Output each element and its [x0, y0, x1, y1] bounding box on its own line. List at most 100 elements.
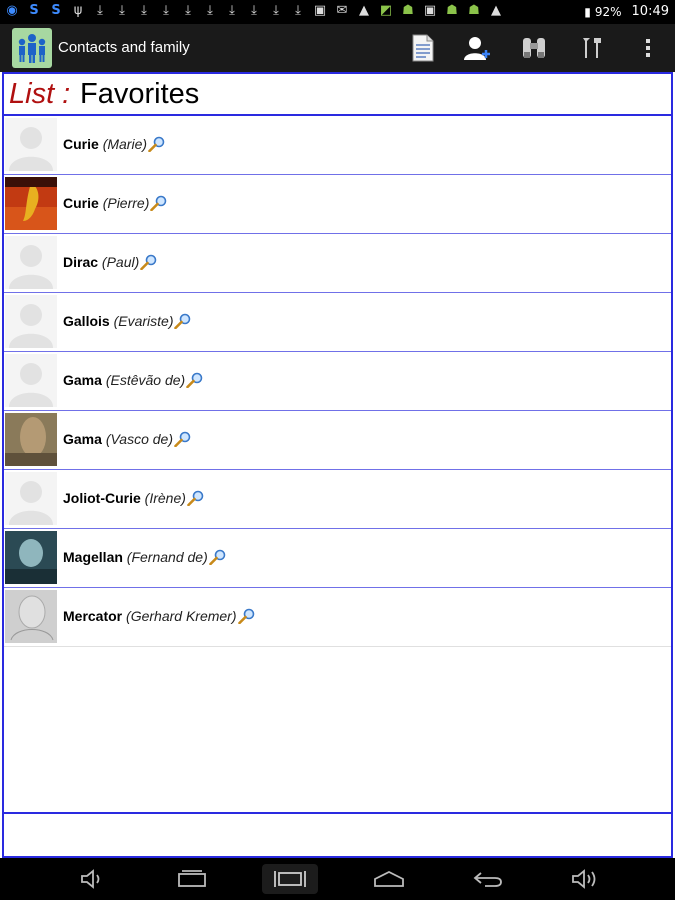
contact-photo	[5, 413, 57, 466]
magnifier-icon[interactable]	[185, 372, 204, 388]
download-icon: ⤓	[295, 3, 301, 18]
magnifier-icon[interactable]	[173, 313, 192, 329]
contact-last-name: Mercator	[63, 608, 123, 624]
contact-first-name: (Fernand de)	[126, 549, 208, 565]
contact-list: Curie (Marie) Curie (Pierre) Dirac (Paul) G…	[4, 116, 671, 647]
contact-first-name: (Vasco de)	[105, 431, 173, 447]
contact-row[interactable]: Gama (Vasco de)	[4, 411, 671, 470]
volume-down-icon	[81, 869, 100, 889]
contact-photo	[5, 590, 57, 643]
contact-row[interactable]: Mercator (Gerhard Kremer)	[4, 588, 671, 647]
document-button[interactable]	[407, 32, 439, 64]
contact-row[interactable]: Curie (Marie)	[4, 116, 671, 175]
contact-first-name: (Estêvão de)	[105, 372, 186, 388]
download-icon: ⤓	[273, 3, 279, 18]
back-window-icon	[178, 870, 206, 887]
overflow-menu-button[interactable]	[632, 32, 664, 64]
maps-icon: ◩	[379, 3, 393, 18]
volume-up-button[interactable]	[557, 864, 613, 894]
recent-apps-icon	[274, 871, 306, 887]
contact-first-name: (Evariste)	[113, 313, 174, 329]
warning-icon: ▲	[359, 3, 369, 18]
contact-first-name: (Irène)	[144, 490, 186, 506]
family-icon	[18, 34, 46, 63]
contact-photo	[5, 236, 57, 289]
navigation-bar	[0, 858, 675, 900]
overflow-menu-icon	[646, 39, 650, 57]
contact-row[interactable]: Curie (Pierre)	[4, 175, 671, 234]
contact-last-name: Dirac	[63, 254, 99, 270]
list-prefix: List :	[9, 78, 71, 110]
download-icon: ⤓	[185, 3, 191, 18]
add-contact-button[interactable]	[461, 32, 493, 64]
clock: 10:49	[631, 4, 669, 19]
contact-last-name: Gama	[63, 372, 102, 388]
download-icon: ⤓	[251, 3, 257, 18]
contact-name: Mercator (Gerhard Kremer)	[63, 608, 256, 624]
contact-name: Curie (Pierre)	[63, 195, 168, 211]
contact-row[interactable]: Gallois (Evariste)	[4, 293, 671, 352]
notification-icons: ◉ S S ψ ⤓ ⤓ ⤓ ⤓ ⤓ ⤓ ⤓ ⤓ ⤓ ⤓ ▣ ✉ ▲ ◩ ☗ ▣ …	[4, 3, 504, 19]
contact-row[interactable]: Joliot-Curie (Irène)	[4, 470, 671, 529]
contact-photo	[5, 531, 57, 584]
status-bar: ◉ S S ψ ⤓ ⤓ ⤓ ⤓ ⤓ ⤓ ⤓ ⤓ ⤓ ⤓ ▣ ✉ ▲ ◩ ☗ ▣ …	[0, 0, 675, 24]
app-icon[interactable]	[12, 28, 52, 68]
download-icon: ⤓	[163, 3, 169, 18]
tools-icon	[583, 38, 601, 58]
binoculars-icon	[523, 38, 545, 58]
skype-icon: S	[51, 3, 61, 18]
back-button[interactable]	[460, 864, 516, 894]
contact-name: Gama (Vasco de)	[63, 431, 192, 447]
bottom-strip	[4, 812, 671, 856]
download-icon: ⤓	[141, 3, 147, 18]
image-icon: ▣	[313, 3, 327, 18]
contact-name: Curie (Marie)	[63, 136, 166, 152]
contact-add-icon	[464, 37, 490, 60]
contact-row[interactable]: Dirac (Paul)	[4, 234, 671, 293]
magnifier-icon[interactable]	[237, 608, 256, 624]
document-icon	[412, 34, 434, 62]
search-button[interactable]	[518, 32, 550, 64]
battery-icon: ▮	[584, 4, 591, 19]
contact-first-name: (Paul)	[101, 254, 140, 270]
action-bar: Contacts and family	[0, 24, 675, 72]
magnifier-icon[interactable]	[208, 549, 227, 565]
contact-photo	[5, 472, 57, 525]
back-icon	[473, 872, 502, 887]
magnifier-icon[interactable]	[173, 431, 192, 447]
contact-name: Magellan (Fernand de)	[63, 549, 227, 565]
home-button[interactable]	[361, 864, 417, 894]
contact-first-name: (Marie)	[102, 136, 148, 152]
contact-row[interactable]: Magellan (Fernand de)	[4, 529, 671, 588]
sync-icon: ◉	[6, 3, 18, 18]
magnifier-icon[interactable]	[147, 136, 166, 152]
recent-apps-button[interactable]	[262, 864, 318, 894]
back-window-button[interactable]	[164, 864, 220, 894]
list-title: Favorites	[80, 78, 200, 110]
magnifier-icon[interactable]	[149, 195, 168, 211]
contact-photo	[5, 295, 57, 348]
skype-icon: S	[29, 3, 39, 18]
contact-first-name: (Pierre)	[102, 195, 150, 211]
contact-name: Dirac (Paul)	[63, 254, 158, 270]
home-icon	[374, 870, 404, 887]
magnifier-icon[interactable]	[139, 254, 158, 270]
usb-icon: ψ	[73, 3, 83, 18]
android-icon: ☗	[402, 3, 414, 18]
download-icon: ⤓	[229, 3, 235, 18]
contact-first-name: (Gerhard Kremer)	[126, 608, 237, 624]
volume-down-button[interactable]	[64, 864, 120, 894]
contact-last-name: Curie	[63, 136, 99, 152]
image-icon: ▣	[423, 3, 437, 18]
mail-icon: ✉	[336, 3, 348, 18]
contact-name: Joliot-Curie (Irène)	[63, 490, 205, 506]
contact-photo	[5, 354, 57, 407]
contact-row[interactable]: Gama (Estêvão de)	[4, 352, 671, 411]
download-icon: ⤓	[207, 3, 213, 18]
tools-button[interactable]	[576, 32, 608, 64]
volume-up-icon	[572, 869, 596, 889]
contact-name: Gallois (Evariste)	[63, 313, 192, 329]
status-right: ▮ 92% 10:49	[584, 4, 669, 19]
magnifier-icon[interactable]	[186, 490, 205, 506]
battery-level: 92%	[594, 4, 622, 19]
